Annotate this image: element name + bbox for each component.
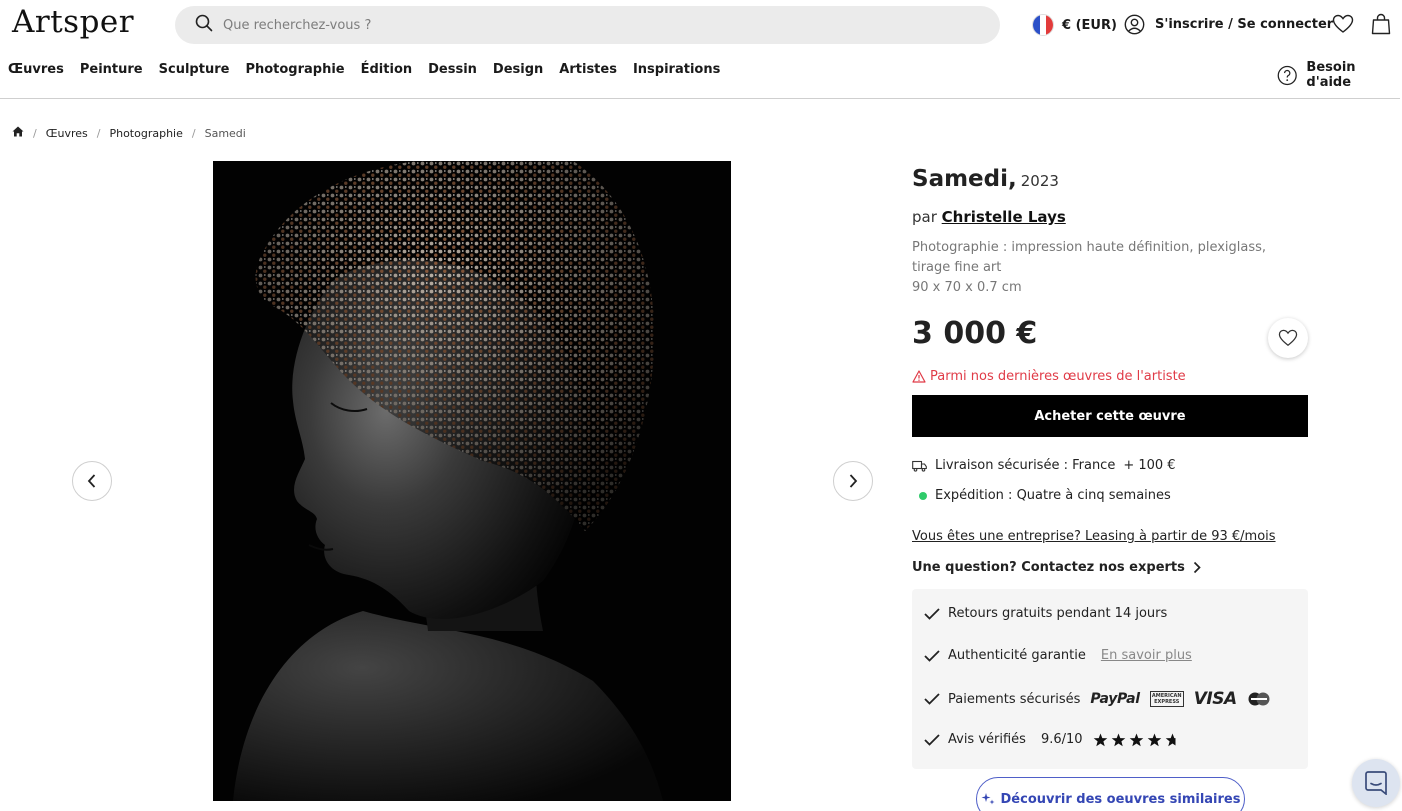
- currency-label: € (EUR): [1062, 17, 1117, 33]
- check-icon: [924, 607, 940, 620]
- leasing-link[interactable]: Vous êtes une entreprise? Leasing à part…: [912, 529, 1276, 544]
- nav-divider: [0, 98, 1400, 99]
- heart-icon[interactable]: [1332, 14, 1354, 38]
- check-icon: [924, 733, 940, 746]
- similar-works-button[interactable]: Découvrir des oeuvres similaires: [976, 777, 1245, 811]
- authenticity-text: Authenticité garantie: [948, 648, 1086, 663]
- review-score: 9.6/10: [1040, 732, 1083, 747]
- heart-icon: [1278, 329, 1298, 346]
- breadcrumb-separator: /: [33, 126, 37, 140]
- search-bar[interactable]: [175, 6, 1000, 44]
- amex-logo: AMERICAN EXPRESS: [1149, 691, 1184, 707]
- nav-item-photographie[interactable]: Photographie: [245, 62, 344, 77]
- chevron-left-icon: [87, 474, 96, 488]
- shipping-cost: + 100 €: [1123, 458, 1176, 473]
- help-link[interactable]: Besoin d'aide: [1277, 60, 1402, 90]
- chevron-right-icon: [1193, 561, 1201, 574]
- breadcrumb-current: Samedi: [204, 126, 246, 140]
- account-link[interactable]: S'inscrire / Se connecter: [1124, 14, 1333, 35]
- title-text: Samedi,: [912, 166, 1017, 192]
- guarantee-returns: Retours gratuits pendant 14 jours: [924, 606, 1167, 621]
- buy-button[interactable]: Acheter cette œuvre: [912, 395, 1308, 437]
- alert-text: Parmi nos dernières œuvres de l'artiste: [930, 369, 1186, 384]
- dispatch-info: Expédition : Quatre à cinq semaines: [912, 488, 1171, 503]
- star-half-icon: [1165, 733, 1176, 746]
- check-icon: [924, 693, 940, 705]
- help-icon: [1277, 65, 1297, 85]
- shipping-label: Livraison sécurisée : France: [935, 458, 1116, 473]
- star-icon: [1129, 733, 1143, 746]
- bag-icon[interactable]: [1371, 13, 1391, 39]
- home-icon[interactable]: [12, 126, 24, 140]
- breadcrumb-oeuvres[interactable]: Œuvres: [46, 127, 88, 140]
- breadcrumb: / Œuvres / Photographie / Samedi: [12, 126, 246, 140]
- guarantee-payments: Paiements sécurisés PayPal AMERICAN EXPR…: [924, 689, 1271, 709]
- breadcrumb-photographie[interactable]: Photographie: [109, 127, 182, 140]
- flag-icon: [1032, 14, 1054, 36]
- artwork-price: 3 000 €: [912, 316, 1038, 351]
- top-bar: Artsper € (EUR) S'inscrire / Se connecte…: [0, 0, 1402, 50]
- contact-experts-link[interactable]: Une question? Contactez nos experts: [912, 560, 1201, 575]
- shipping-info: Livraison sécurisée : France + 100 €: [912, 458, 1176, 473]
- check-icon: [924, 649, 940, 662]
- payments-text: Paiements sécurisés: [948, 691, 1081, 707]
- artwork-year: 2023: [1020, 172, 1059, 190]
- currency-selector[interactable]: € (EUR): [1032, 14, 1117, 36]
- carousel-prev-button[interactable]: [72, 461, 112, 501]
- artwork-title: Samedi, 2023: [912, 166, 1059, 192]
- reviews-text: Avis vérifiés: [948, 732, 1026, 747]
- star-icon: [1147, 733, 1161, 746]
- by-label: par: [912, 208, 937, 226]
- main-nav: Œuvres Peinture Sculpture Photographie É…: [8, 62, 736, 77]
- guarantees-panel: Retours gratuits pendant 14 jours Authen…: [912, 589, 1308, 769]
- nav-item-sculpture[interactable]: Sculpture: [159, 62, 230, 77]
- artist-line: par Christelle Lays: [912, 208, 1066, 226]
- star-icon: [1093, 733, 1107, 746]
- dispatch-text: Expédition : Quatre à cinq semaines: [935, 488, 1171, 503]
- star-icon: [1111, 733, 1125, 746]
- nav-item-edition[interactable]: Édition: [361, 62, 413, 77]
- artwork-details: Photographie : impression haute définiti…: [912, 238, 1307, 298]
- artsper-logo[interactable]: Artsper: [12, 4, 134, 40]
- favorite-button[interactable]: [1268, 318, 1308, 358]
- visa-logo: VISA: [1193, 689, 1237, 709]
- help-label: Besoin d'aide: [1306, 60, 1356, 90]
- search-icon[interactable]: [195, 14, 213, 36]
- nav-item-oeuvres[interactable]: Œuvres: [8, 62, 64, 77]
- learn-more-link[interactable]: En savoir plus: [1101, 648, 1192, 663]
- scarcity-alert: Parmi nos dernières œuvres de l'artiste: [912, 369, 1186, 384]
- sparkle-icon: [981, 793, 994, 805]
- truck-icon: [912, 460, 927, 472]
- similar-works-label: Découvrir des oeuvres similaires: [1000, 791, 1241, 807]
- paypal-logo: PayPal: [1090, 691, 1140, 707]
- guarantee-reviews: Avis vérifiés 9.6/10: [924, 732, 1183, 747]
- chevron-right-icon: [849, 474, 858, 488]
- contact-experts-label: Une question? Contactez nos experts: [912, 560, 1185, 575]
- status-dot: [919, 491, 927, 500]
- chat-icon: [1365, 771, 1387, 795]
- rating-stars: [1093, 733, 1183, 747]
- nav-item-design[interactable]: Design: [493, 62, 543, 77]
- mastercard-icon: [1248, 692, 1270, 706]
- artist-link[interactable]: Christelle Lays: [942, 208, 1066, 226]
- breadcrumb-separator: /: [191, 126, 196, 140]
- artwork-medium: Photographie : impression haute définiti…: [912, 240, 1267, 275]
- artwork-image[interactable]: [213, 161, 731, 801]
- artwork-dimensions: 90 x 70 x 0.7 cm: [912, 280, 1022, 295]
- carousel-next-button[interactable]: [833, 461, 873, 501]
- user-icon: [1124, 14, 1145, 35]
- guarantee-authenticity: Authenticité garantie En savoir plus: [924, 648, 1192, 663]
- nav-item-artistes[interactable]: Artistes: [559, 62, 617, 77]
- warning-icon: [912, 370, 926, 383]
- nav-item-peinture[interactable]: Peinture: [80, 62, 143, 77]
- breadcrumb-separator: /: [96, 126, 101, 140]
- search-input[interactable]: [223, 17, 923, 33]
- nav-item-dessin[interactable]: Dessin: [428, 62, 477, 77]
- returns-text: Retours gratuits pendant 14 jours: [948, 606, 1168, 621]
- nav-item-inspirations[interactable]: Inspirations: [633, 62, 720, 77]
- chat-button[interactable]: [1352, 759, 1400, 807]
- account-label: S'inscrire / Se connecter: [1155, 17, 1334, 32]
